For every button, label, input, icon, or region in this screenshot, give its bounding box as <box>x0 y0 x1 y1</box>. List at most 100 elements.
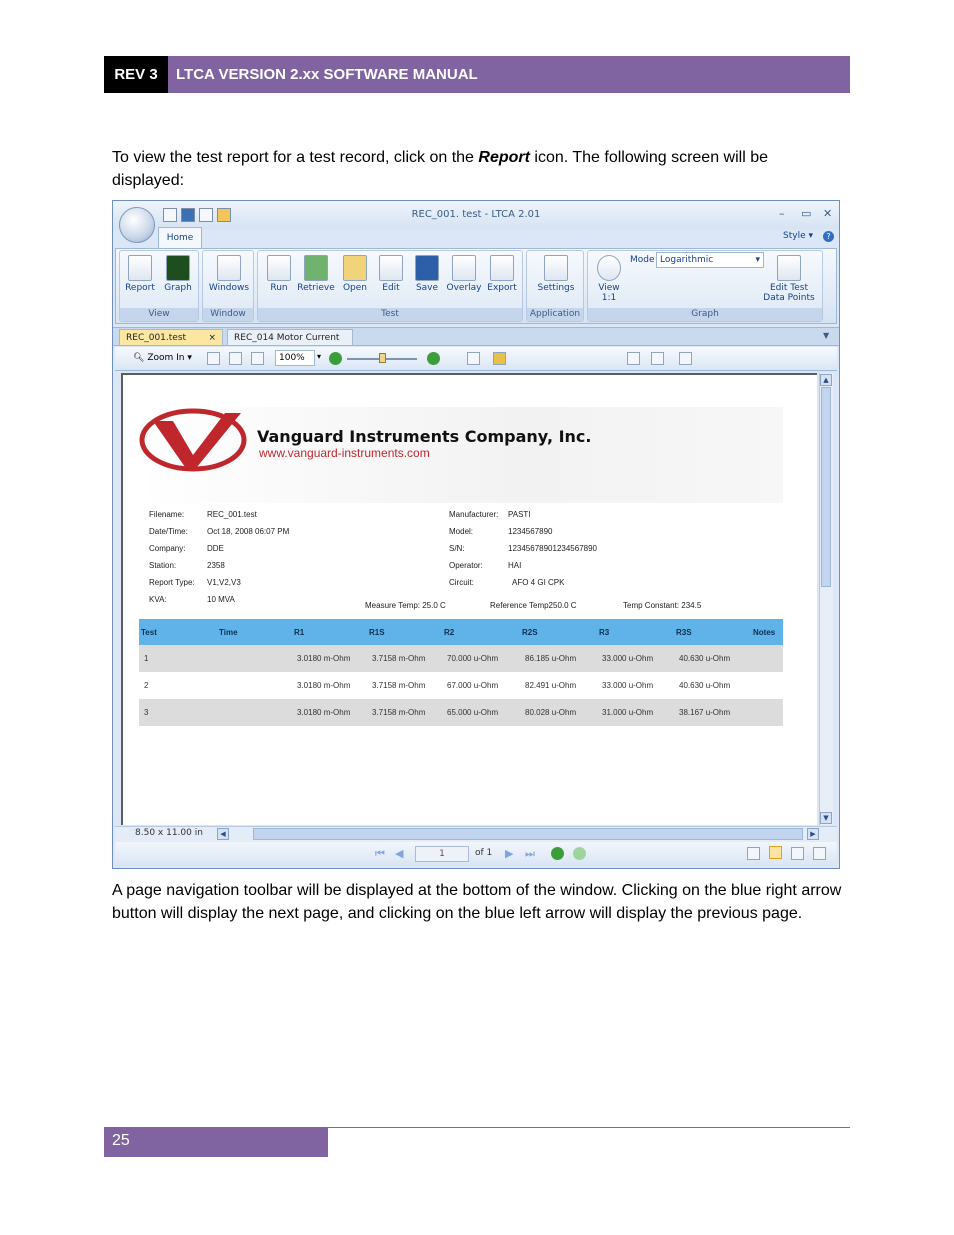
left-info-values: REC_001.test Oct 18, 2008 06:07 PM DDE 2… <box>207 510 289 612</box>
tab-rec-001[interactable]: REC_001.test × <box>119 329 223 345</box>
table-cell: 86.185 u-Ohm <box>520 645 597 672</box>
overlay-button[interactable]: Overlay <box>444 255 484 293</box>
page-setup-icon[interactable] <box>627 352 640 365</box>
table-cell: 3.7158 m-Ohm <box>367 645 442 672</box>
table-cell <box>217 645 292 672</box>
open-button-label: Open <box>342 283 368 293</box>
zoom-percent-field[interactable]: 100% <box>275 350 315 366</box>
zoom-dropdown-icon[interactable]: ▾ <box>317 352 321 361</box>
overlay-icon <box>452 255 476 281</box>
tab-list-dropdown-icon[interactable]: ▼ <box>823 331 829 340</box>
window-title: REC_001. test - LTCA 2.01 <box>411 209 541 220</box>
actual-size-icon[interactable] <box>207 352 220 365</box>
single-page-icon[interactable] <box>747 847 760 860</box>
style-menu[interactable]: Style ▾ <box>783 231 813 241</box>
info-label: Circuit: <box>449 578 474 587</box>
scroll-left-icon[interactable]: ◀ <box>217 828 229 840</box>
close-tab-icon[interactable]: × <box>208 333 216 343</box>
rev-label: REV 3 <box>104 56 168 93</box>
tab-rec-014[interactable]: REC_014 Motor Current <box>227 329 353 345</box>
save-button[interactable]: Save <box>410 255 444 293</box>
run-button-label: Run <box>270 283 288 293</box>
vanguard-logo-icon <box>139 408 247 472</box>
help-icon[interactable]: ? <box>823 231 834 242</box>
windows-button-label: Windows <box>208 283 250 293</box>
settings-button[interactable]: Settings <box>531 255 581 293</box>
edit-test-data-points-button[interactable]: Edit Test Data Points <box>758 255 820 303</box>
table-cell: 3.0180 m-Ohm <box>297 681 351 690</box>
column-header: R3 <box>597 619 674 645</box>
save-button-label: Save <box>415 283 439 293</box>
maximize-button[interactable]: ▭ <box>801 207 811 220</box>
info-label: Filename: <box>149 510 185 519</box>
table-cell: 65.000 u-Ohm <box>442 699 520 726</box>
page-number-field[interactable]: 1 <box>415 846 469 862</box>
previous-page-icon[interactable]: ◀ <box>395 847 408 860</box>
info-label: Model: <box>449 527 474 536</box>
fit-page-icon[interactable] <box>229 352 242 365</box>
open-button[interactable]: Open <box>338 255 372 293</box>
tools-icon[interactable] <box>679 352 692 365</box>
first-page-icon[interactable]: ⏮ <box>375 847 388 860</box>
group-label-test: Test <box>258 308 522 321</box>
run-icon <box>267 255 291 281</box>
zoom-in-button[interactable]: 🔍︎ Zoom In ▾ <box>133 353 192 363</box>
mode-select[interactable]: Logarithmic ▾ <box>656 252 764 268</box>
horizontal-scrollbar[interactable] <box>253 828 803 840</box>
back-icon[interactable] <box>551 847 564 860</box>
info-value: 2358 <box>207 561 225 570</box>
settings-icon <box>544 255 568 281</box>
table-cell: 67.000 u-Ohm <box>447 681 499 690</box>
table-cell: 1 <box>139 645 217 672</box>
chevron-down-icon: ▾ <box>755 255 760 265</box>
vertical-scroll-thumb[interactable] <box>821 387 831 587</box>
table-cell: 33.000 u-Ohm <box>602 681 654 690</box>
next-page-icon[interactable]: ▶ <box>505 847 518 860</box>
measure-temp: Measure Temp: 25.0 C <box>365 601 446 610</box>
info-label: Date/Time: <box>149 527 188 536</box>
info-label: Company: <box>149 544 186 553</box>
tab-home[interactable]: Home <box>158 227 202 248</box>
last-page-icon[interactable]: ⏭ <box>525 847 538 860</box>
forward-icon[interactable] <box>573 847 586 860</box>
page-number: 25 <box>104 1128 328 1157</box>
info-label: S/N: <box>449 544 465 553</box>
multiple-pages-icon[interactable] <box>813 847 826 860</box>
fit-width-icon[interactable] <box>251 352 264 365</box>
retrieve-button[interactable]: Retrieve <box>296 255 336 293</box>
table-header-row: Test Time R1 R1S R2 R2S R3 R3S Notes <box>139 619 783 645</box>
scroll-down-icon[interactable]: ▼ <box>820 812 832 824</box>
info-label: Report Type: <box>149 578 195 587</box>
facing-pages-icon[interactable] <box>791 847 804 860</box>
zoom-slider-thumb[interactable] <box>379 353 386 363</box>
edit-icon <box>379 255 403 281</box>
column-header: Notes <box>751 619 783 645</box>
continuous-page-icon[interactable] <box>769 846 782 859</box>
find-icon[interactable] <box>467 352 480 365</box>
export-button[interactable]: Export <box>484 255 520 293</box>
close-button[interactable]: ✕ <box>823 207 832 220</box>
edit-button[interactable]: Edit <box>374 255 408 293</box>
graph-button[interactable]: Graph <box>162 255 194 293</box>
retrieve-button-label: Retrieve <box>297 283 335 293</box>
zoom-in-icon[interactable] <box>427 352 440 365</box>
minimize-button[interactable]: – <box>779 207 785 220</box>
edit-button-label: Edit <box>382 283 400 293</box>
zoom-out-icon[interactable] <box>329 352 342 365</box>
overlay-button-label: Overlay <box>446 283 482 293</box>
ribbon-group-application: Settings Application <box>526 250 584 322</box>
run-button[interactable]: Run <box>262 255 296 293</box>
scroll-up-icon[interactable]: ▲ <box>820 374 832 386</box>
tab-rec-001-label: REC_001.test <box>126 332 187 343</box>
export-options-icon[interactable] <box>651 352 664 365</box>
report-button[interactable]: Report <box>124 255 156 293</box>
page-size-label: 8.50 x 11.00 in <box>135 828 203 838</box>
print-preview-icon[interactable] <box>493 352 506 365</box>
windows-button[interactable]: Windows <box>205 255 253 293</box>
zoom-magnifier-icon: 🔍︎ <box>133 353 145 363</box>
view-1-1-button[interactable]: View 1:1 <box>590 255 628 303</box>
info-value: REC_001.test <box>207 510 257 519</box>
scroll-right-icon[interactable]: ▶ <box>807 828 819 840</box>
column-header: R2 <box>442 619 520 645</box>
table-cell: 40.630 u-Ohm <box>679 681 731 690</box>
